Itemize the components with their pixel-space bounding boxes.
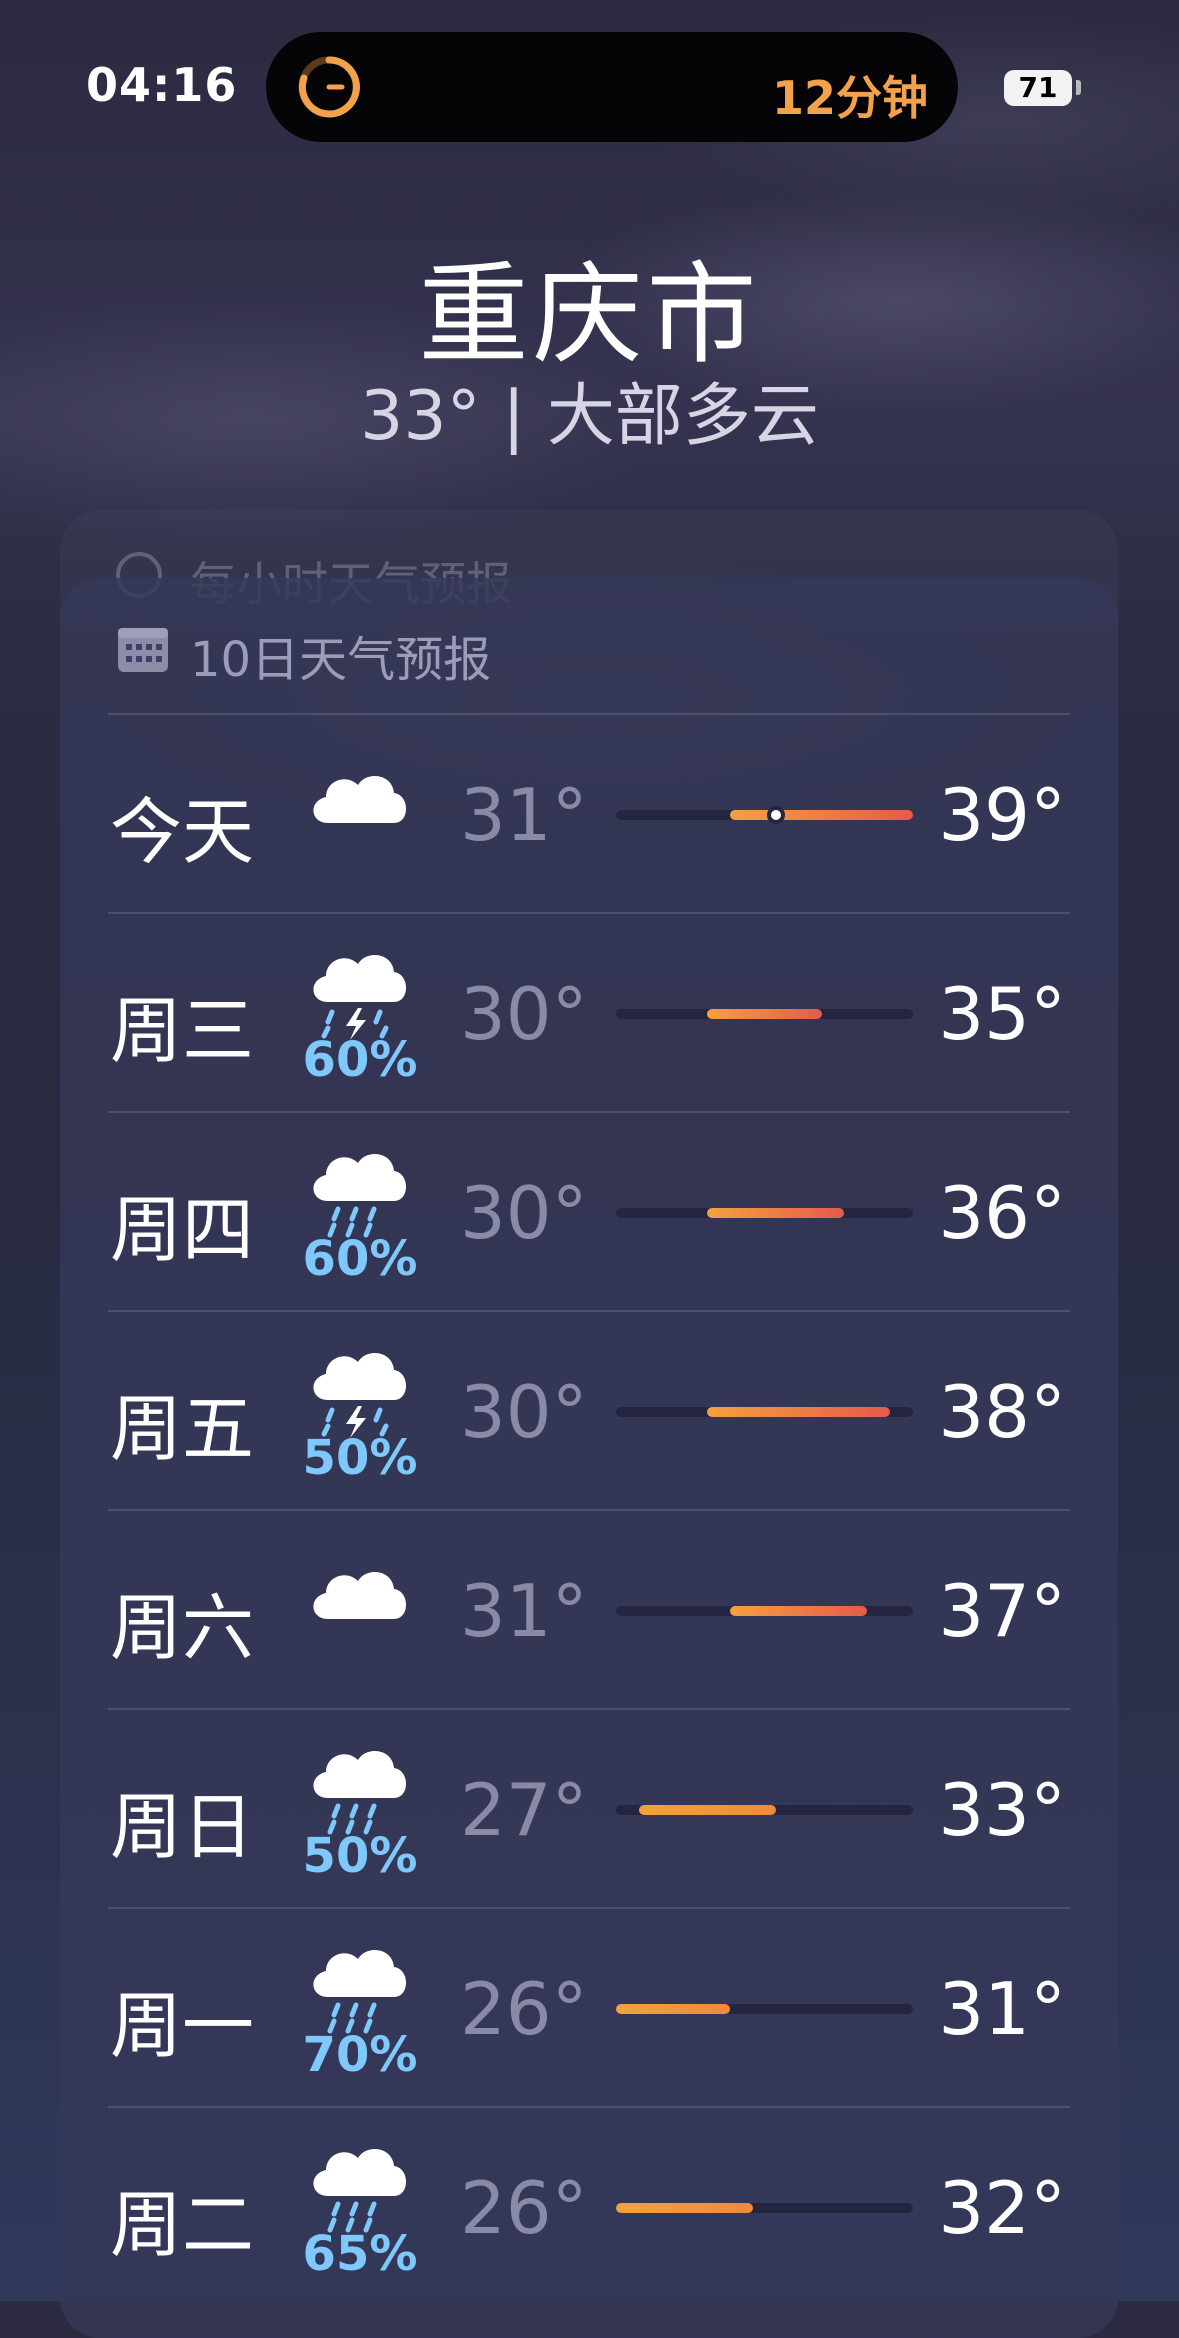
- low-temp: 26°: [460, 2166, 588, 2250]
- forecast-row[interactable]: 今天 31° 39°: [0, 715, 1179, 914]
- high-temp: 32°: [938, 2166, 1066, 2250]
- forecast-day: 周一: [110, 1984, 255, 2068]
- row-divider: [108, 2106, 1070, 2108]
- row-divider: [108, 912, 1070, 914]
- forecast-day: 周六: [110, 1586, 255, 1670]
- high-temp: 37°: [938, 1569, 1066, 1653]
- forecast-row[interactable]: 周一 70% 26° 31°: [0, 1909, 1179, 2108]
- high-temp: 33°: [938, 1768, 1066, 1852]
- forecast-day: 今天: [110, 790, 255, 874]
- dynamic-island[interactable]: 12分钟: [266, 32, 958, 142]
- cloud-icon: [300, 1541, 420, 1661]
- temp-range-fill: [707, 1208, 845, 1218]
- temp-range-bar: [616, 806, 913, 824]
- low-temp: 30°: [460, 1370, 588, 1454]
- forecast-row[interactable]: 周四 60% 30° 36°: [0, 1113, 1179, 1312]
- temp-range-bar: [616, 2004, 913, 2014]
- high-temp: 35°: [938, 972, 1066, 1056]
- temp-range-fill: [638, 1805, 776, 1815]
- row-divider: [108, 1111, 1070, 1113]
- forecast-row[interactable]: 周二 65% 26° 32°: [0, 2108, 1179, 2307]
- low-temp: 26°: [460, 1967, 588, 2051]
- temp-range-fill: [707, 1407, 891, 1417]
- rain-icon: [300, 1720, 420, 1840]
- temp-range-fill: [616, 2203, 754, 2213]
- low-temp: 31°: [460, 1569, 588, 1653]
- cloud-icon: [300, 745, 420, 865]
- temp-range-fill: [730, 810, 913, 820]
- forecast-day: 周二: [110, 2183, 255, 2267]
- high-temp: 38°: [938, 1370, 1066, 1454]
- precipitation-probability: 50%: [302, 1828, 418, 1884]
- current-condition: 33° | 大部多云: [360, 377, 819, 456]
- low-temp: 31°: [460, 773, 588, 857]
- precipitation-probability: 60%: [302, 1231, 418, 1287]
- rain-icon: [300, 2118, 420, 2238]
- timer-icon: [298, 56, 360, 118]
- temp-range-bar: [616, 1805, 913, 1815]
- current-temp-dot: [766, 806, 785, 824]
- precipitation-probability: 70%: [302, 2027, 418, 2083]
- rain-icon: [300, 1919, 420, 2039]
- ten-day-forecast-title: 10日天气预报: [190, 632, 492, 688]
- thunderstorm-icon: [300, 1322, 420, 1442]
- forecast-row[interactable]: 周日 50% 27° 33°: [0, 1710, 1179, 1909]
- precipitation-probability: 60%: [302, 1032, 418, 1088]
- rain-icon: [300, 1123, 420, 1243]
- battery-icon: 71: [1004, 70, 1072, 106]
- forecast-day: 周四: [110, 1188, 255, 1272]
- temp-range-bar: [616, 1407, 913, 1417]
- temp-range-bar: [616, 1606, 913, 1616]
- high-temp: 36°: [938, 1171, 1066, 1255]
- temp-range-bar: [616, 2203, 913, 2213]
- low-temp: 27°: [460, 1768, 588, 1852]
- row-divider: [108, 1907, 1070, 1909]
- row-divider: [108, 1310, 1070, 1312]
- row-divider: [108, 1708, 1070, 1710]
- precipitation-probability: 65%: [302, 2226, 418, 2282]
- calendar-icon: [118, 628, 168, 672]
- high-temp: 39°: [938, 773, 1066, 857]
- precipitation-probability: 50%: [302, 1430, 418, 1486]
- forecast-day: 周五: [110, 1387, 255, 1471]
- battery-tip: [1076, 80, 1081, 95]
- timer-remaining: 12分钟: [771, 71, 928, 125]
- temp-range-bar: [616, 1009, 913, 1019]
- low-temp: 30°: [460, 1171, 588, 1255]
- row-divider: [108, 713, 1070, 715]
- forecast-row[interactable]: 周五 50% 30° 38°: [0, 1312, 1179, 1511]
- temp-range-fill: [707, 1009, 822, 1019]
- forecast-row[interactable]: 周三 60% 30° 35°: [0, 914, 1179, 1113]
- temp-range-bar: [616, 1208, 913, 1218]
- low-temp: 30°: [460, 972, 588, 1056]
- temp-range-fill: [616, 2004, 731, 2014]
- forecast-day: 周日: [110, 1785, 255, 1869]
- forecast-day: 周三: [110, 989, 255, 1073]
- thunderstorm-icon: [300, 924, 420, 1044]
- forecast-row[interactable]: 周六 31° 37°: [0, 1511, 1179, 1710]
- status-time: 04:16: [86, 58, 238, 112]
- temp-range-fill: [730, 1606, 868, 1616]
- high-temp: 31°: [938, 1967, 1066, 2051]
- row-divider: [108, 1509, 1070, 1511]
